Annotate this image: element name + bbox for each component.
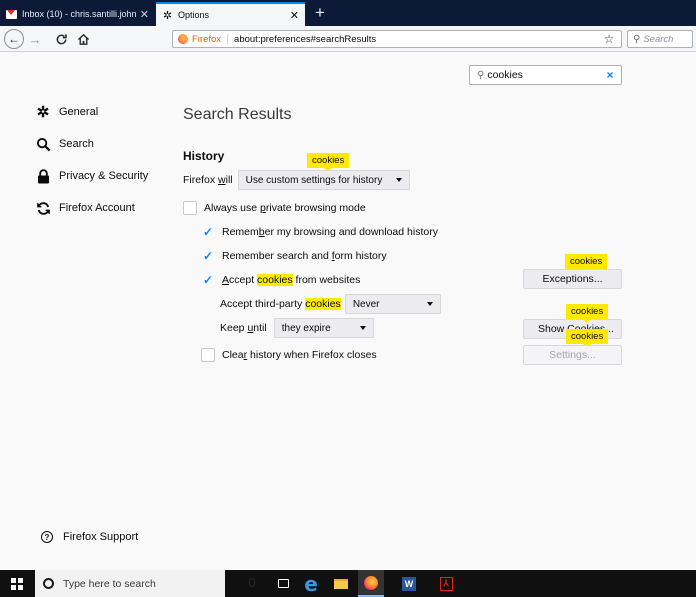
keep-until-select[interactable]: they expire [273, 318, 374, 338]
close-tab-icon[interactable]: ✕ [140, 8, 149, 21]
option-label: Remember my browsing and download histor… [222, 226, 438, 238]
sidebar-item-label: Firefox Account [59, 202, 135, 214]
history-heading: History [183, 149, 225, 163]
file-explorer-icon[interactable] [332, 570, 350, 597]
sync-icon [34, 199, 52, 217]
home-button[interactable] [74, 29, 92, 49]
help-icon: ? [41, 531, 53, 543]
search-highlight-bubble: cookies [566, 304, 609, 323]
sidebar-item-label: Search [59, 138, 94, 150]
search-icon: ⚲ [633, 33, 641, 45]
word-icon[interactable]: W [400, 570, 418, 597]
search-icon: ⚲ [477, 69, 485, 81]
search-icon [34, 135, 52, 153]
search-placeholder: Search [643, 33, 674, 45]
taskbar-search-placeholder: Type here to search [63, 577, 156, 590]
url-text[interactable]: about:preferences#searchResults [234, 34, 601, 45]
acrobat-icon[interactable]: ⅄ [437, 570, 455, 597]
bookmark-star-icon[interactable]: ☆ [601, 32, 617, 46]
history-mode-row: Firefox will Use custom settings for his… [183, 170, 410, 190]
chevron-down-icon [395, 178, 402, 182]
lock-icon [34, 167, 52, 185]
preferences-page: ⚲ cookies × ✲ General Search Privacy & S… [0, 53, 696, 570]
private-mode-checkbox[interactable] [183, 201, 197, 215]
page-title: Search Results [183, 106, 292, 123]
navigation-toolbar: ← → Firefox about:preferences#searchResu… [0, 26, 696, 52]
keep-until-value: they expire [281, 322, 331, 334]
firefox-will-label: Firefox will [183, 174, 233, 186]
exceptions-button[interactable]: Exceptions... [523, 269, 622, 289]
remember-browsing-checkbox[interactable]: ✓ [201, 225, 215, 239]
option-label: Remember search and form history [222, 250, 387, 262]
home-icon [77, 33, 89, 45]
third-party-cookies-select[interactable]: Never [344, 294, 441, 314]
sidebar-item-search[interactable]: Search [34, 134, 94, 154]
microphone-icon[interactable] [249, 578, 257, 589]
url-bar[interactable]: Firefox about:preferences#searchResults … [172, 30, 622, 48]
clear-search-icon[interactable]: × [599, 68, 621, 82]
task-view-button[interactable] [275, 570, 291, 597]
sidebar-item-label: Privacy & Security [59, 170, 149, 182]
accept-cookies-checkbox[interactable]: ✓ [201, 273, 215, 287]
private-mode-option[interactable]: Always use private browsing mode [183, 198, 366, 218]
option-label: Always use private browsing mode [204, 202, 366, 214]
gear-icon: ✲ [36, 104, 50, 121]
reload-icon [56, 33, 67, 44]
gmail-icon [6, 9, 17, 19]
tab-inbox[interactable]: Inbox (10) - chris.santilli.johnso ✕ [0, 2, 155, 26]
firefox-support-link[interactable]: ? Firefox Support [41, 529, 138, 545]
clear-on-close-option[interactable]: Clear history when Firefox closes [201, 345, 377, 365]
sidebar-item-firefox-account[interactable]: Firefox Account [34, 198, 135, 218]
chevron-down-icon [426, 302, 433, 306]
edge-icon[interactable]: e [302, 570, 320, 597]
search-highlight-bubble: cookies [566, 329, 609, 348]
start-button[interactable] [10, 570, 24, 597]
third-party-value: Never [352, 298, 380, 310]
remember-search-checkbox[interactable]: ✓ [201, 249, 215, 263]
sidebar-item-general[interactable]: ✲ General [34, 102, 98, 122]
tab-strip: Inbox (10) - chris.santilli.johnso ✕ ✲ O… [0, 0, 696, 26]
windows-icon [11, 577, 23, 590]
find-value[interactable]: cookies [487, 69, 599, 81]
accept-cookies-option[interactable]: ✓ Accept cookies from websites [201, 270, 360, 290]
forward-button[interactable]: → [27, 29, 43, 49]
tab-options[interactable]: ✲ Options ✕ [156, 2, 305, 26]
windows-taskbar: Type here to search e W ⅄ [0, 570, 696, 597]
gear-icon: ✲ [162, 9, 173, 22]
keep-until-label: Keep until [220, 322, 267, 334]
remember-search-option[interactable]: ✓ Remember search and form history [201, 246, 387, 266]
chevron-down-icon [359, 326, 366, 330]
task-view-icon [277, 579, 289, 588]
tab-title: Inbox (10) - chris.santilli.johnso [22, 9, 136, 19]
identity-label[interactable]: Firefox [192, 33, 229, 45]
search-highlight-bubble: cookies [565, 254, 608, 273]
cortana-icon [43, 578, 54, 589]
third-party-label: Accept third-party cookies [220, 298, 341, 310]
history-mode-value: Use custom settings for history [245, 174, 383, 186]
third-party-cookies-row: Accept third-party cookies Never [220, 294, 441, 314]
taskbar-search-box[interactable]: Type here to search [35, 570, 255, 597]
firefox-taskbar-icon[interactable] [358, 570, 384, 597]
search-bar[interactable]: ⚲ Search [627, 30, 693, 48]
history-mode-select[interactable]: Use custom settings for history [237, 170, 410, 190]
close-tab-icon[interactable]: ✕ [290, 9, 299, 22]
settings-button[interactable]: Settings... [523, 345, 622, 365]
find-in-options-input[interactable]: ⚲ cookies × [469, 65, 622, 85]
new-tab-button[interactable]: + [309, 3, 331, 23]
sidebar-item-privacy[interactable]: Privacy & Security [34, 166, 148, 186]
reload-button[interactable] [52, 29, 70, 49]
sidebar-item-label: General [59, 106, 99, 118]
keep-until-row: Keep until they expire [220, 318, 374, 338]
clear-on-close-checkbox[interactable] [201, 348, 215, 362]
search-highlight-bubble: cookies [307, 153, 350, 172]
remember-browsing-option[interactable]: ✓ Remember my browsing and download hist… [201, 222, 438, 242]
firefox-icon [178, 34, 188, 44]
tab-title: Options [178, 10, 210, 20]
option-label: Accept cookies from websites [222, 274, 361, 286]
back-button[interactable]: ← [4, 29, 24, 49]
option-label: Clear history when Firefox closes [222, 349, 377, 361]
support-label: Firefox Support [63, 531, 139, 543]
